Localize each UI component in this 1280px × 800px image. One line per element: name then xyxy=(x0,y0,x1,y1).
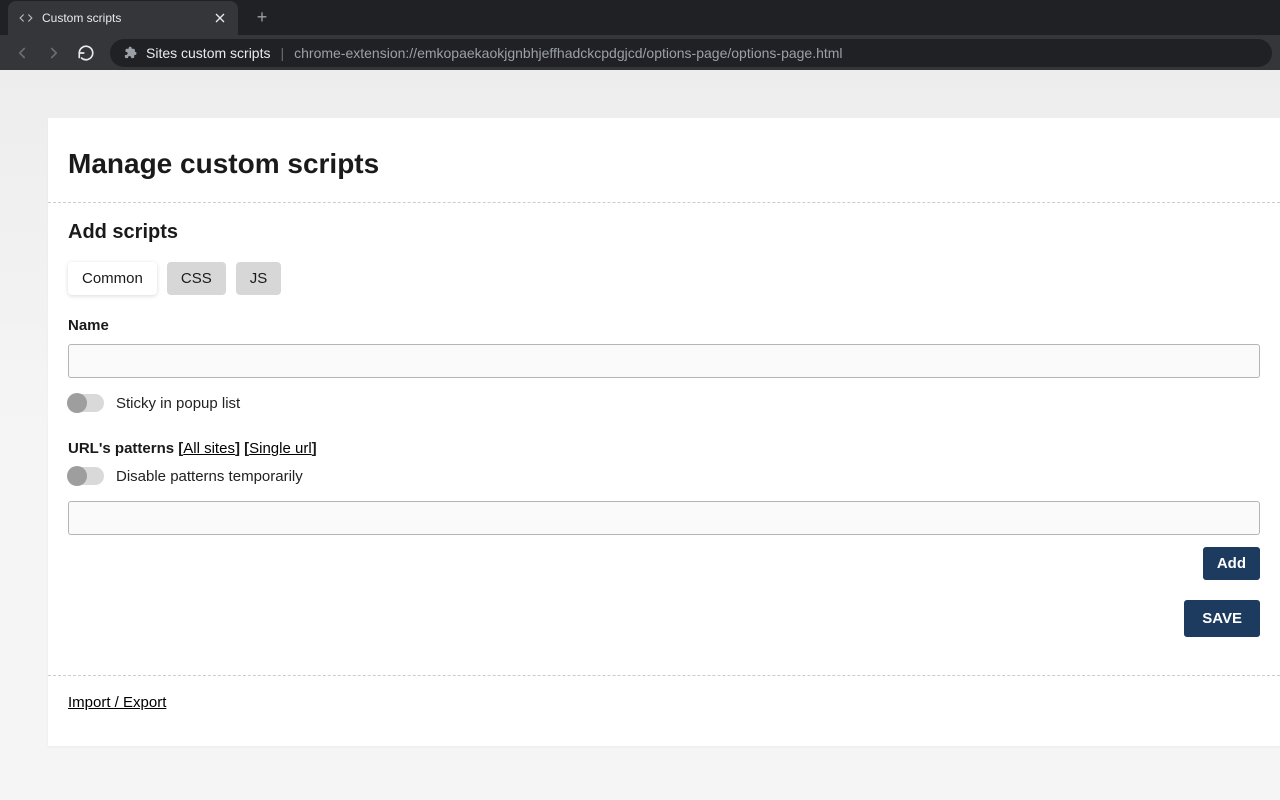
tab-css[interactable]: CSS xyxy=(167,262,226,295)
browser-tab[interactable]: Custom scripts xyxy=(8,1,238,35)
patterns-label-text: URL's patterns xyxy=(68,440,178,457)
import-export-link[interactable]: Import / Export xyxy=(48,694,166,731)
section-title: Add scripts xyxy=(68,221,1260,244)
divider xyxy=(48,202,1280,203)
disable-patterns-label: Disable patterns temporarily xyxy=(116,468,303,485)
footer-divider xyxy=(48,675,1280,676)
address-url: chrome-extension://emkopaekaokjgnbhjeffh… xyxy=(294,45,842,61)
extension-label: Sites custom scripts xyxy=(146,45,270,61)
single-url-link[interactable]: Single url xyxy=(249,440,312,457)
back-button[interactable] xyxy=(8,39,36,67)
tab-common[interactable]: Common xyxy=(68,262,157,295)
add-button[interactable]: Add xyxy=(1203,547,1260,580)
sticky-toggle[interactable] xyxy=(68,394,104,412)
close-icon[interactable] xyxy=(212,10,228,26)
address-bar[interactable]: Sites custom scripts | chrome-extension:… xyxy=(110,39,1272,67)
address-separator: | xyxy=(280,45,284,61)
reload-button[interactable] xyxy=(72,39,100,67)
disable-patterns-toggle[interactable] xyxy=(68,467,104,485)
tab-strip: Custom scripts + xyxy=(0,0,1280,35)
all-sites-link[interactable]: All sites xyxy=(183,440,235,457)
main-panel: Manage custom scripts Add scripts Common… xyxy=(48,118,1280,746)
browser-chrome: Custom scripts + Sites custom scripts | … xyxy=(0,0,1280,70)
browser-toolbar: Sites custom scripts | chrome-extension:… xyxy=(0,35,1280,70)
pattern-input[interactable] xyxy=(68,501,1260,535)
page-title: Manage custom scripts xyxy=(48,148,1280,180)
extension-icon xyxy=(122,45,138,61)
save-button[interactable]: SAVE xyxy=(1184,600,1260,637)
new-tab-button[interactable]: + xyxy=(248,4,276,32)
patterns-label: URL's patterns [All sites] [Single url] xyxy=(68,440,1260,457)
forward-button[interactable] xyxy=(40,39,68,67)
sticky-label: Sticky in popup list xyxy=(116,395,240,412)
name-label: Name xyxy=(68,317,1260,334)
tab-title: Custom scripts xyxy=(42,11,204,25)
script-type-tabs: Common CSS JS xyxy=(68,262,1260,295)
page-background: Manage custom scripts Add scripts Common… xyxy=(0,70,1280,800)
tab-js[interactable]: JS xyxy=(236,262,282,295)
name-input[interactable] xyxy=(68,344,1260,378)
code-icon xyxy=(18,10,34,26)
